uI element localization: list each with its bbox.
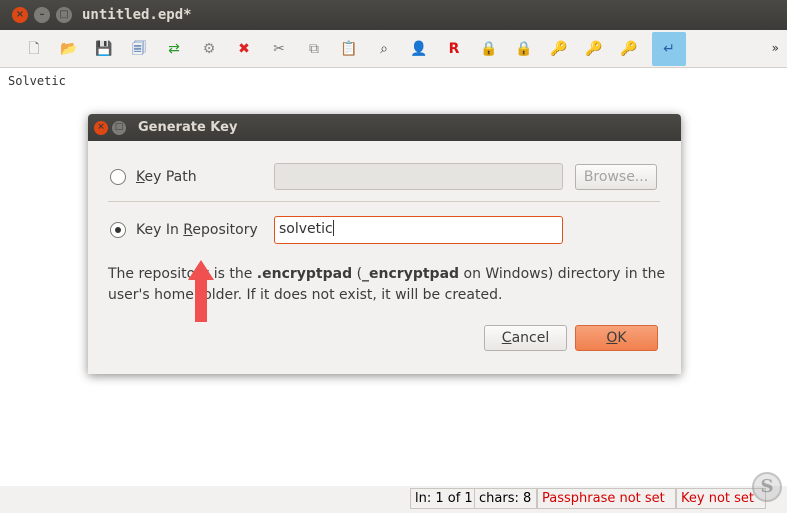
red-arrow-annotation-icon: [188, 260, 214, 322]
generate-key-dialog: × □ Generate Key Key Path Browse... Key …: [88, 114, 681, 374]
watermark-logo-icon: S: [752, 472, 782, 502]
dialog-title-bar: × □ Generate Key: [88, 114, 681, 141]
binoculars-icon[interactable]: ⌕: [374, 39, 394, 59]
close-x-icon[interactable]: ✖: [234, 39, 254, 59]
key-path-label[interactable]: Key Path: [136, 169, 197, 185]
key-path-radio[interactable]: [110, 169, 126, 185]
status-bar: ln: 1 of 1 chars: 8 Passphrase not set K…: [0, 486, 787, 513]
key-icon[interactable]: 🔑: [584, 39, 604, 59]
key-plus-icon[interactable]: 🔑: [549, 39, 569, 59]
dialog-title: Generate Key: [138, 120, 238, 135]
app-window: × – □ untitled.epd* 🗋 📂 💾 🗐 ⇄ ⚙ ✖ ✂ ⧉ 📋 ⌕ 👤 R 🔒 🔒 🔑 🔑 🔑 ↵ »…: [0, 0, 787, 513]
lock-grey-icon[interactable]: 🔒: [514, 39, 534, 59]
ok-button[interactable]: OK: [575, 325, 658, 351]
replace-r-icon[interactable]: R: [444, 39, 464, 59]
lock-icon[interactable]: 🔒: [479, 39, 499, 59]
key-grey-icon[interactable]: 🔑: [619, 39, 639, 59]
repository-key-input[interactable]: solvetic: [274, 216, 563, 244]
status-char-count: chars: 8: [474, 488, 537, 509]
cut-icon[interactable]: ✂: [269, 39, 289, 59]
minimize-window-button[interactable]: –: [34, 7, 50, 23]
toolbar: 🗋 📂 💾 🗐 ⇄ ⚙ ✖ ✂ ⧉ 📋 ⌕ 👤 R 🔒 🔒 🔑 🔑 🔑 ↵ »: [0, 30, 787, 68]
dialog-separator: [108, 201, 660, 202]
title-bar: × – □ untitled.epd*: [0, 0, 787, 30]
open-folder-icon[interactable]: 📂: [59, 39, 79, 59]
dialog-maximize-button[interactable]: □: [112, 120, 126, 135]
user-icon[interactable]: 👤: [409, 39, 429, 59]
encrypt-arrows-icon[interactable]: ⇄: [164, 39, 184, 59]
toolbar-overflow-button[interactable]: »: [772, 41, 779, 55]
key-in-repository-radio[interactable]: [110, 222, 126, 238]
dialog-close-button[interactable]: ×: [94, 120, 108, 135]
maximize-window-button[interactable]: □: [56, 7, 72, 23]
browse-button[interactable]: Browse...: [575, 164, 657, 190]
new-file-icon[interactable]: 🗋: [24, 39, 44, 59]
key-in-repository-label[interactable]: Key In Repository: [136, 222, 258, 238]
close-window-button[interactable]: ×: [12, 7, 28, 23]
cancel-button[interactable]: Cancel: [484, 325, 567, 351]
window-title: untitled.epd*: [82, 7, 192, 23]
save-as-icon[interactable]: 🗐: [129, 39, 149, 59]
paste-icon[interactable]: 📋: [339, 39, 359, 59]
word-wrap-icon[interactable]: ↵: [652, 31, 686, 66]
status-passphrase: Passphrase not set: [537, 488, 676, 509]
save-icon[interactable]: 💾: [94, 39, 114, 59]
key-path-field[interactable]: [274, 163, 563, 190]
settings-doc-icon[interactable]: ⚙: [199, 39, 219, 59]
editor-content: Solvetic: [8, 74, 66, 88]
copy-icon[interactable]: ⧉: [304, 39, 324, 59]
text-caret: [332, 220, 334, 236]
